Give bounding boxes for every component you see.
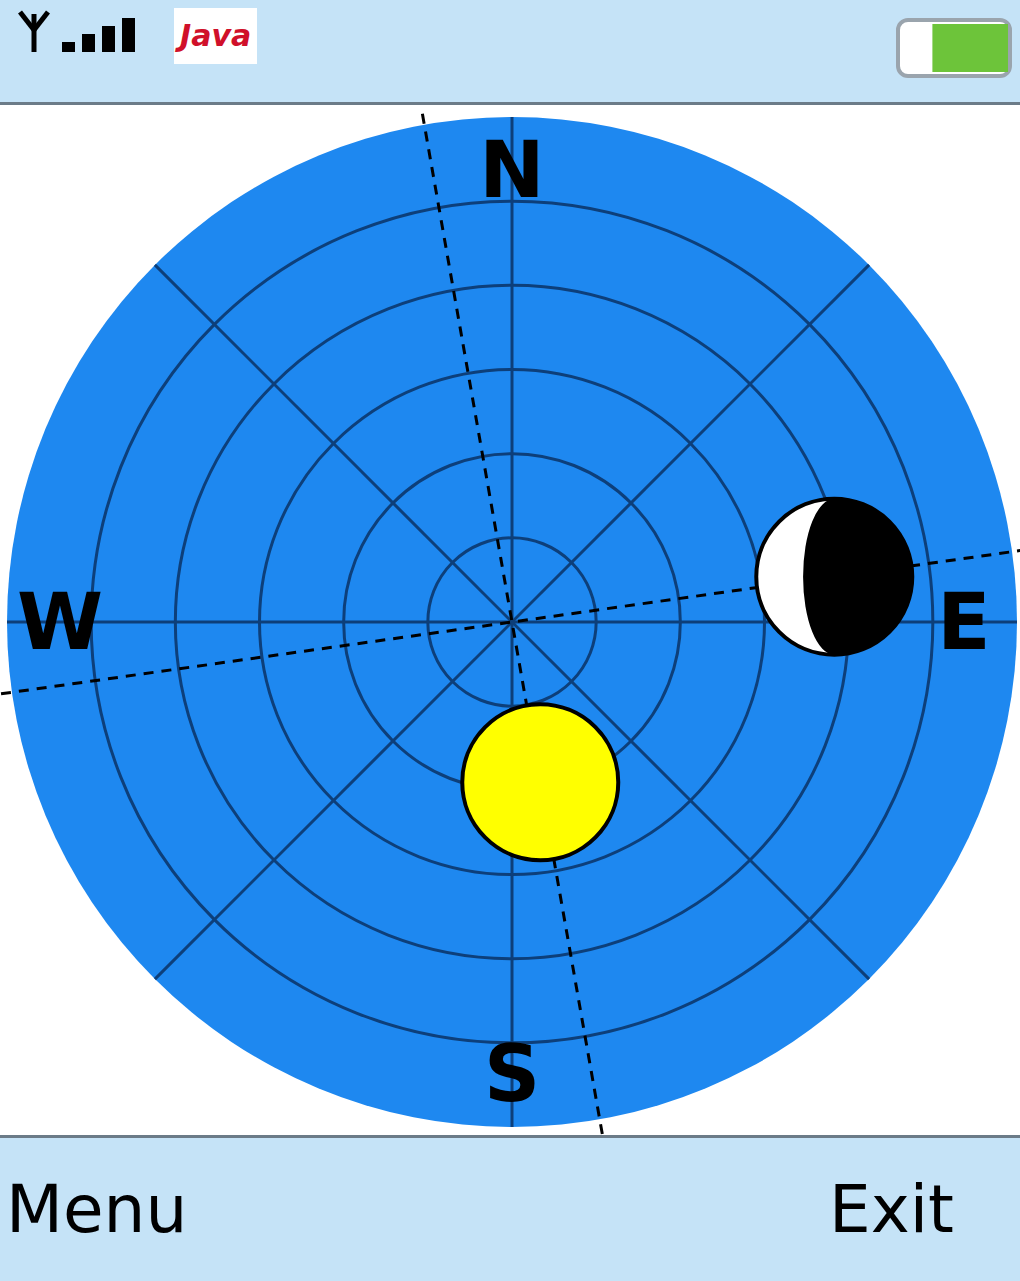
compass-label: W [17, 577, 103, 667]
moon-icon [756, 499, 912, 655]
compass-label: N [479, 125, 544, 215]
sun-icon [462, 704, 618, 860]
softkey-button[interactable]: Exit [829, 1169, 954, 1251]
softkey-bar: Menu Exit [0, 1135, 1020, 1281]
compass-label: E [937, 577, 990, 667]
chart-area: N E S W [0, 105, 1020, 1135]
java-logo: Java [174, 8, 257, 64]
sky-chart: N E S W [0, 105, 1020, 1135]
status-bar: Java [0, 0, 1020, 105]
phone-screen: Java N E S W Menu Exit [0, 0, 1020, 1281]
softkey-button[interactable]: Menu [6, 1169, 187, 1251]
azimuth-line [422, 110, 603, 1134]
battery-icon [890, 18, 1014, 78]
signal-icon [16, 8, 146, 52]
compass-label: S [484, 1029, 540, 1119]
